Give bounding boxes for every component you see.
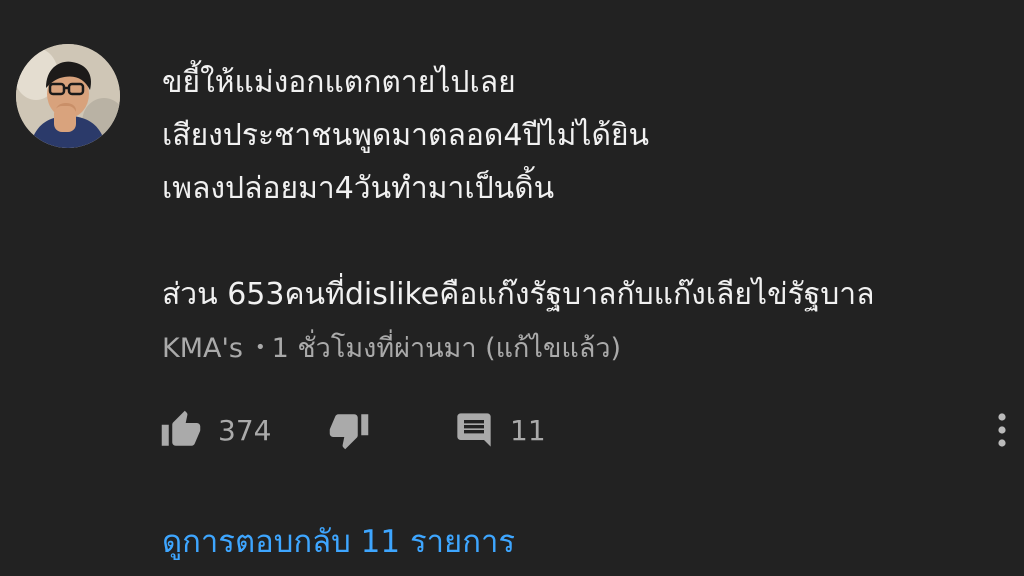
comment-line: ขยี้ให้แม่งอกแตกตายไปเลย bbox=[162, 65, 516, 100]
comment-text: ขยี้ให้แม่งอกแตกตายไปเลย เสียงประชาชนพูด… bbox=[162, 56, 1002, 321]
more-options-button[interactable] bbox=[994, 404, 1010, 456]
comment-icon bbox=[457, 413, 491, 447]
reply-button[interactable] bbox=[454, 404, 494, 456]
user-avatar[interactable] bbox=[16, 44, 120, 148]
like-count: 374 bbox=[218, 413, 272, 447]
comment-timestamp[interactable]: 1 ชั่วโมงที่ผ่านมา (แก้ไขแล้ว) bbox=[272, 333, 621, 364]
dislike-button[interactable] bbox=[328, 404, 370, 456]
meta-separator: • bbox=[254, 337, 266, 358]
comment-card: ขยี้ให้แม่งอกแตกตายไปเลย เสียงประชาชนพูด… bbox=[0, 0, 1024, 576]
reply-count: 11 bbox=[510, 413, 546, 447]
comment-line: เพลงปล่อยมา4วันทำมาเป็นดิ้น bbox=[162, 171, 555, 206]
comment-blank-line bbox=[162, 215, 1002, 268]
comment-actions: 374 11 bbox=[160, 404, 1020, 456]
comment-line: เสียงประชาชนพูดมาตลอด4ปีไม่ได้ยิน bbox=[162, 118, 650, 153]
comment-line: ส่วน 653คนที่dislikeคือแก๊งรัฐบาลกับแก๊ง… bbox=[162, 277, 875, 312]
author-name[interactable]: KMA's bbox=[162, 333, 243, 364]
view-replies-link[interactable]: ดูการตอบกลับ 11 รายการ bbox=[162, 520, 515, 564]
comment-meta: KMA's • 1 ชั่วโมงที่ผ่านมา (แก้ไขแล้ว) bbox=[162, 328, 621, 369]
more-vertical-icon bbox=[998, 413, 1006, 447]
avatar-image bbox=[16, 44, 120, 148]
thumbs-down-icon bbox=[329, 414, 369, 450]
thumbs-up-icon bbox=[161, 410, 201, 446]
like-button[interactable] bbox=[160, 404, 202, 456]
